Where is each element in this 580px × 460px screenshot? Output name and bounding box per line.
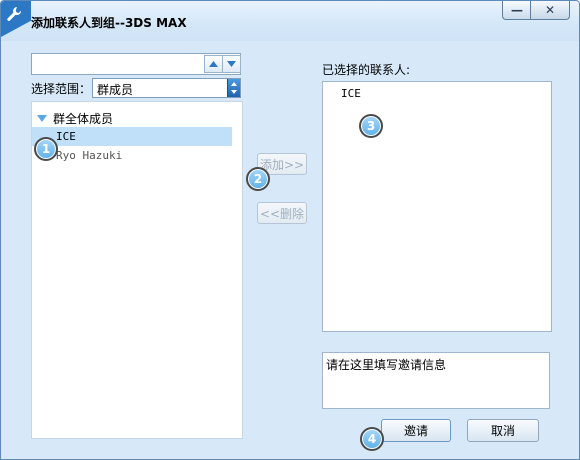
title-bar[interactable]: 添加联系人到组--3DS MAX — ✕ bbox=[1, 1, 579, 41]
chevron-up-icon bbox=[209, 61, 218, 67]
search-box bbox=[31, 53, 241, 75]
invite-message-field[interactable]: 请在这里填写邀请信息 bbox=[322, 352, 550, 409]
dialog-window: 添加联系人到组--3DS MAX — ✕ 选择范围： 群成员 群全体成员 ICE… bbox=[0, 0, 580, 460]
selected-contact-item[interactable]: ICE bbox=[341, 87, 361, 100]
next-match-button[interactable] bbox=[222, 55, 241, 73]
contact-row-ryo[interactable]: Ryo Hazuki bbox=[32, 146, 232, 165]
expand-triangle-icon[interactable] bbox=[37, 115, 47, 122]
group-header[interactable]: 群全体成员 bbox=[37, 110, 113, 127]
window-title: 添加联系人到组--3DS MAX bbox=[31, 16, 187, 30]
scope-label: 选择范围： bbox=[31, 82, 92, 96]
annotation-badge-4: 4 bbox=[360, 427, 384, 451]
group-name: 群全体成员 bbox=[53, 112, 114, 126]
annotation-badge-3: 3 bbox=[359, 114, 383, 138]
cancel-button[interactable]: 取消 bbox=[467, 419, 539, 442]
invite-button[interactable]: 邀请 bbox=[381, 419, 451, 442]
selected-contacts-panel bbox=[322, 81, 552, 332]
contact-row-ice[interactable]: ICE bbox=[32, 127, 232, 146]
scope-select[interactable]: 群成员 bbox=[92, 78, 241, 98]
wrench-icon bbox=[1, 1, 31, 37]
select-spinner-icon[interactable] bbox=[227, 79, 240, 97]
search-input[interactable] bbox=[32, 54, 210, 74]
remove-button[interactable]: <<删除 bbox=[257, 202, 307, 224]
scope-select-value: 群成员 bbox=[97, 83, 134, 97]
close-button[interactable]: ✕ bbox=[530, 1, 570, 20]
selected-contacts-label: 已选择的联系人: bbox=[322, 63, 411, 77]
minimize-button[interactable]: — bbox=[502, 1, 532, 20]
annotation-badge-2: 2 bbox=[246, 167, 270, 191]
prev-match-button[interactable] bbox=[204, 55, 223, 73]
annotation-badge-1: 1 bbox=[34, 137, 58, 161]
chevron-down-icon bbox=[227, 61, 236, 67]
